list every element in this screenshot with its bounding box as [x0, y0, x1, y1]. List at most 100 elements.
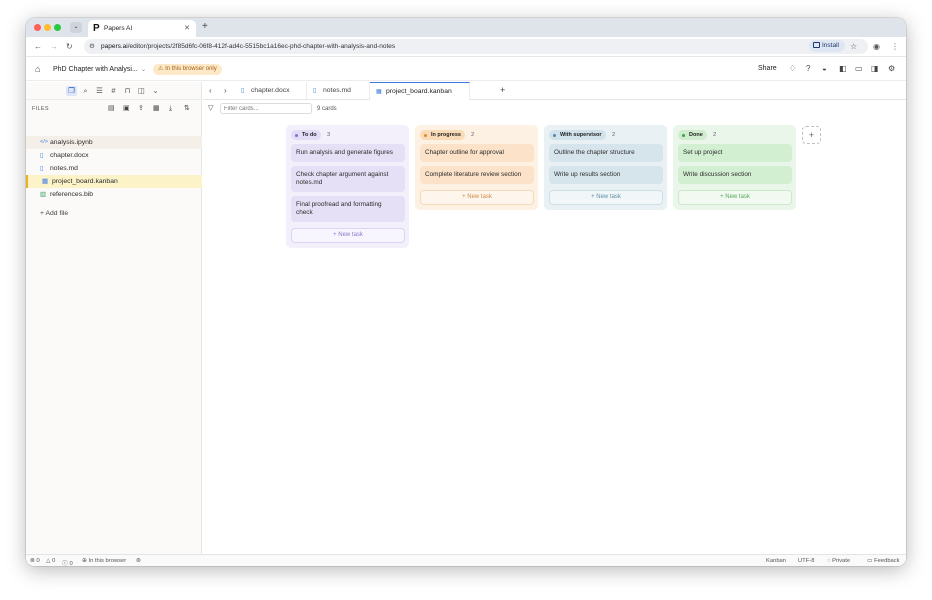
- download-icon[interactable]: ⤓: [169, 104, 172, 114]
- task-card[interactable]: Complete literature review section: [420, 166, 534, 184]
- editor-tab-project-board[interactable]: ▦ project_board.kanban: [370, 82, 470, 100]
- help-icon[interactable]: ?: [806, 64, 810, 74]
- add-file-button[interactable]: + Add file: [40, 210, 68, 217]
- profile-icon[interactable]: ◉: [873, 41, 880, 52]
- task-card[interactable]: Write up results section: [549, 166, 663, 184]
- install-app-button[interactable]: Install: [809, 40, 845, 52]
- editor-tab-bar: ‹ › ▯ chapter.docx ▯ notes.md ▦ project_…: [203, 82, 906, 100]
- tabs-back-chevron-icon[interactable]: ‹: [209, 86, 212, 96]
- new-task-button[interactable]: + New task: [549, 190, 663, 205]
- location-indicator[interactable]: ⊕ In this browser: [82, 558, 126, 564]
- file-name: project_board.kanban: [52, 178, 118, 185]
- calendar-icon[interactable]: ▦: [153, 104, 160, 114]
- more-chevron-down-icon[interactable]: ⌄: [150, 86, 161, 96]
- task-card[interactable]: Chapter outline for approval: [420, 144, 534, 162]
- new-task-button[interactable]: + New task: [420, 190, 534, 205]
- file-item[interactable]: </> analysis.ipynb: [26, 136, 202, 149]
- document-icon: ▯: [241, 88, 245, 94]
- error-circle-icon: ⊗: [30, 557, 35, 564]
- tab-search-chevron-icon[interactable]: ⌄: [70, 22, 82, 33]
- sort-icon[interactable]: ⇅: [184, 104, 190, 114]
- home-icon[interactable]: ⌂: [35, 64, 40, 74]
- encoding-indicator[interactable]: UTF-8: [798, 558, 814, 564]
- file-name: chapter.docx: [50, 152, 89, 159]
- chevron-down-icon[interactable]: ⌄: [141, 66, 146, 73]
- project-title[interactable]: PhD Chapter with Analysi...: [53, 66, 138, 73]
- errors-indicator[interactable]: ⊗ 0: [30, 558, 40, 564]
- task-card[interactable]: Set up project: [678, 144, 792, 162]
- sync-icon[interactable]: ⊛: [136, 558, 141, 564]
- card-count: 9 cards: [317, 106, 337, 112]
- privacy-indicator[interactable]: ◌ Private: [827, 558, 850, 564]
- editor-tab-notes[interactable]: ▯ notes.md: [307, 82, 370, 100]
- file-item[interactable]: ▯ notes.md: [26, 162, 202, 175]
- warnings-indicator[interactable]: △ 0: [46, 558, 55, 564]
- hash-icon[interactable]: #: [108, 86, 119, 96]
- upload-icon[interactable]: ⇪: [138, 104, 144, 114]
- info-indicator[interactable]: ⓘ 0: [62, 558, 73, 567]
- browser-tab[interactable]: P Papers AI ✕: [88, 20, 196, 37]
- url-host: papers.ai: [101, 42, 128, 50]
- task-card[interactable]: Check chapter argument against notes.md: [291, 166, 405, 192]
- right-panel-toggle-icon[interactable]: ◨: [871, 64, 879, 74]
- tab-strip: ⌄ P Papers AI ✕ +: [26, 18, 906, 37]
- feedback-button[interactable]: ▭ Feedback: [867, 558, 900, 564]
- new-task-label: New task: [725, 194, 750, 200]
- settings-gear-icon[interactable]: ⚙: [888, 64, 895, 74]
- column-title-badge: To do: [291, 130, 321, 140]
- address-bar-row: ← → ↻ ⚙ papers.ai/editor/projects/2f85d6…: [26, 37, 906, 57]
- close-window-button[interactable]: [34, 24, 41, 31]
- minimize-window-button[interactable]: [44, 24, 51, 31]
- book-icon[interactable]: ◫: [136, 86, 147, 96]
- document-icon: ▯: [40, 152, 44, 159]
- tabs-forward-chevron-icon[interactable]: ›: [224, 86, 227, 96]
- close-tab-icon[interactable]: ✕: [184, 24, 190, 32]
- site-settings-icon[interactable]: ⚙: [89, 42, 95, 50]
- back-arrow-icon[interactable]: ←: [34, 41, 42, 52]
- filter-cards-input[interactable]: [220, 103, 312, 114]
- new-folder-icon[interactable]: ▣: [123, 104, 130, 114]
- new-task-label: New task: [596, 194, 621, 200]
- new-file-icon[interactable]: ▤: [108, 104, 115, 114]
- layout-icon[interactable]: ▭: [855, 64, 863, 74]
- browser-menu-icon[interactable]: ⋮: [891, 41, 899, 52]
- task-card[interactable]: Write discussion section: [678, 166, 792, 184]
- task-card[interactable]: Outline the chapter structure: [549, 144, 663, 162]
- reload-icon[interactable]: ↻: [66, 41, 73, 52]
- file-item[interactable]: ▦ project_board.kanban: [26, 175, 202, 188]
- new-task-button[interactable]: + New task: [678, 190, 792, 205]
- bookmark-icon[interactable]: ⊓: [122, 86, 133, 96]
- search-icon[interactable]: ⌕: [80, 86, 91, 96]
- column-title-badge: Done: [678, 130, 707, 140]
- column-title: With supervisor: [560, 132, 602, 138]
- browser-tab-title: Papers AI: [104, 25, 133, 32]
- bell-icon[interactable]: ♢: [789, 64, 796, 74]
- file-item[interactable]: ▥ references.bib: [26, 188, 202, 201]
- column-title: In progress: [431, 132, 461, 138]
- add-column-button[interactable]: +: [802, 126, 821, 144]
- new-tab-plus-icon[interactable]: +: [202, 21, 208, 33]
- forward-arrow-icon[interactable]: →: [50, 41, 58, 52]
- discord-icon[interactable]: ◒: [822, 64, 827, 74]
- file-item[interactable]: ▯ chapter.docx: [26, 149, 202, 162]
- new-task-button[interactable]: + New task: [291, 228, 405, 243]
- left-panel-toggle-icon[interactable]: ◧: [839, 64, 847, 74]
- editor-tab-label: notes.md: [323, 87, 351, 94]
- task-card[interactable]: Run analysis and generate figures: [291, 144, 405, 162]
- bookmark-star-icon[interactable]: ☆: [850, 41, 857, 52]
- editor-tab-chapter[interactable]: ▯ chapter.docx: [235, 82, 307, 100]
- info-count: 0: [69, 560, 73, 567]
- editor-mode[interactable]: Kanban: [766, 558, 786, 564]
- app-header: ⌂ PhD Chapter with Analysi... ⌄ ⚠ In thi…: [26, 58, 906, 81]
- url-field[interactable]: ⚙ papers.ai/editor/projects/2f85d6fc-06f…: [84, 39, 868, 54]
- board-icon: ▦: [376, 89, 382, 95]
- browser-window: ⌄ P Papers AI ✕ + ← → ↻ ⚙ papers.ai/edit…: [26, 18, 906, 566]
- file-name: notes.md: [50, 165, 78, 172]
- share-button[interactable]: Share: [758, 65, 777, 72]
- outline-icon[interactable]: ☰: [94, 86, 105, 96]
- maximize-window-button[interactable]: [54, 24, 61, 31]
- files-view-icon[interactable]: ❐: [66, 86, 77, 96]
- task-card[interactable]: Final proofread and formatting check: [291, 196, 405, 222]
- new-editor-tab-plus-icon[interactable]: +: [500, 85, 505, 96]
- location-label: In this browser: [88, 557, 127, 564]
